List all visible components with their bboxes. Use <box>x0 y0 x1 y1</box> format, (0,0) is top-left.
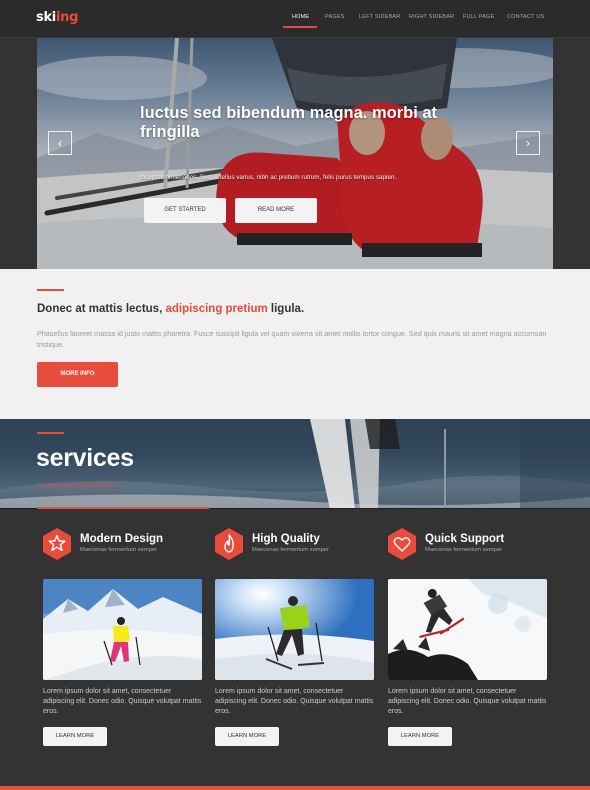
site-header: skiing HOME PAGES LEFT SIDEBAR RIGHT SID… <box>0 0 590 38</box>
nav-active-indicator <box>283 26 317 28</box>
card-image-skier-sun <box>215 579 374 680</box>
heart-icon <box>388 528 416 560</box>
learn-more-button[interactable]: LEARN MORE <box>215 727 279 746</box>
nav-item-left-sidebar[interactable]: LEFT SIDEBAR <box>359 14 400 28</box>
card-text: Lorem ipsum dolor sit amet, consectetuer… <box>215 688 374 715</box>
read-more-button[interactable]: READ MORE <box>235 198 317 223</box>
chevron-right-icon[interactable]: › <box>516 131 540 155</box>
card-subtitle: Maecenas fermentum semper <box>252 547 330 553</box>
main-nav: HOME PAGES LEFT SIDEBAR RIGHT SIDEBAR FU… <box>0 14 590 34</box>
footer-accent-strip <box>0 786 590 790</box>
card-subtitle: Maecenas fermentum semper <box>425 547 503 553</box>
hero-slider: luctus sed bibendum magna. morbi at frin… <box>37 38 553 269</box>
learn-more-button[interactable]: LEARN MORE <box>43 727 107 746</box>
intro-heading-accent: adipiscing pretium <box>165 303 268 315</box>
nav-item-right-sidebar[interactable]: RIGHT SIDEBAR <box>409 14 454 28</box>
nav-item-contact-us[interactable]: CONTACT US <box>507 14 544 28</box>
intro-heading-end: ligula. <box>267 303 305 315</box>
services-title: services <box>36 444 134 472</box>
hero-overlay <box>37 38 553 269</box>
intro-heading-start: Donec at mattis lectus, <box>37 303 166 315</box>
card-subtitle: Maecenas fermentum semper <box>80 547 158 553</box>
intro-section: Donec at mattis lectus, adipiscing preti… <box>0 269 590 419</box>
flame-icon <box>215 528 243 560</box>
card-title: Quick Support <box>425 533 505 545</box>
card-title: Modern Design <box>80 533 164 545</box>
more-info-button[interactable]: MORE INFO <box>37 362 118 387</box>
services-banner: services Lorem ipsum dolor sit nulla <box>0 419 590 509</box>
service-card-quick-support: Quick Support Maecenas fermentum semper … <box>388 528 548 758</box>
card-title: High Quality <box>252 533 320 545</box>
get-started-button[interactable]: GET STARTED <box>144 198 226 223</box>
services-subtitle: Lorem ipsum dolor sit nulla <box>37 482 115 489</box>
hero-subtitle: Inceptos himenaeos. Sed ... tellus variu… <box>140 174 397 181</box>
intro-text: Phasellus laoreet massa id justo mattis … <box>37 329 547 349</box>
hero-title: luctus sed bibendum magna. morbi at frin… <box>140 104 438 141</box>
learn-more-button[interactable]: LEARN MORE <box>388 727 452 746</box>
chevron-left-icon[interactable]: ‹ <box>48 131 72 155</box>
card-image-skier-jump <box>388 579 547 680</box>
services-accent-line <box>37 432 64 434</box>
intro-accent-line <box>37 289 64 291</box>
star-icon <box>43 528 71 560</box>
nav-item-full-page[interactable]: FULL PAGE <box>463 14 494 28</box>
service-card-high-quality: High Quality Maecenas fermentum semper L… <box>215 528 375 758</box>
services-bottom-accent <box>37 507 209 509</box>
intro-heading: Donec at mattis lectus, adipiscing preti… <box>37 303 304 315</box>
card-text: Lorem ipsum dolor sit amet, consectetuer… <box>388 688 547 715</box>
nav-item-pages[interactable]: PAGES <box>325 14 345 28</box>
card-image-skier-mountains <box>43 579 202 680</box>
service-card-modern-design: Modern Design Maecenas fermentum semper … <box>43 528 203 758</box>
card-text: Lorem ipsum dolor sit amet, consectetuer… <box>43 688 202 715</box>
